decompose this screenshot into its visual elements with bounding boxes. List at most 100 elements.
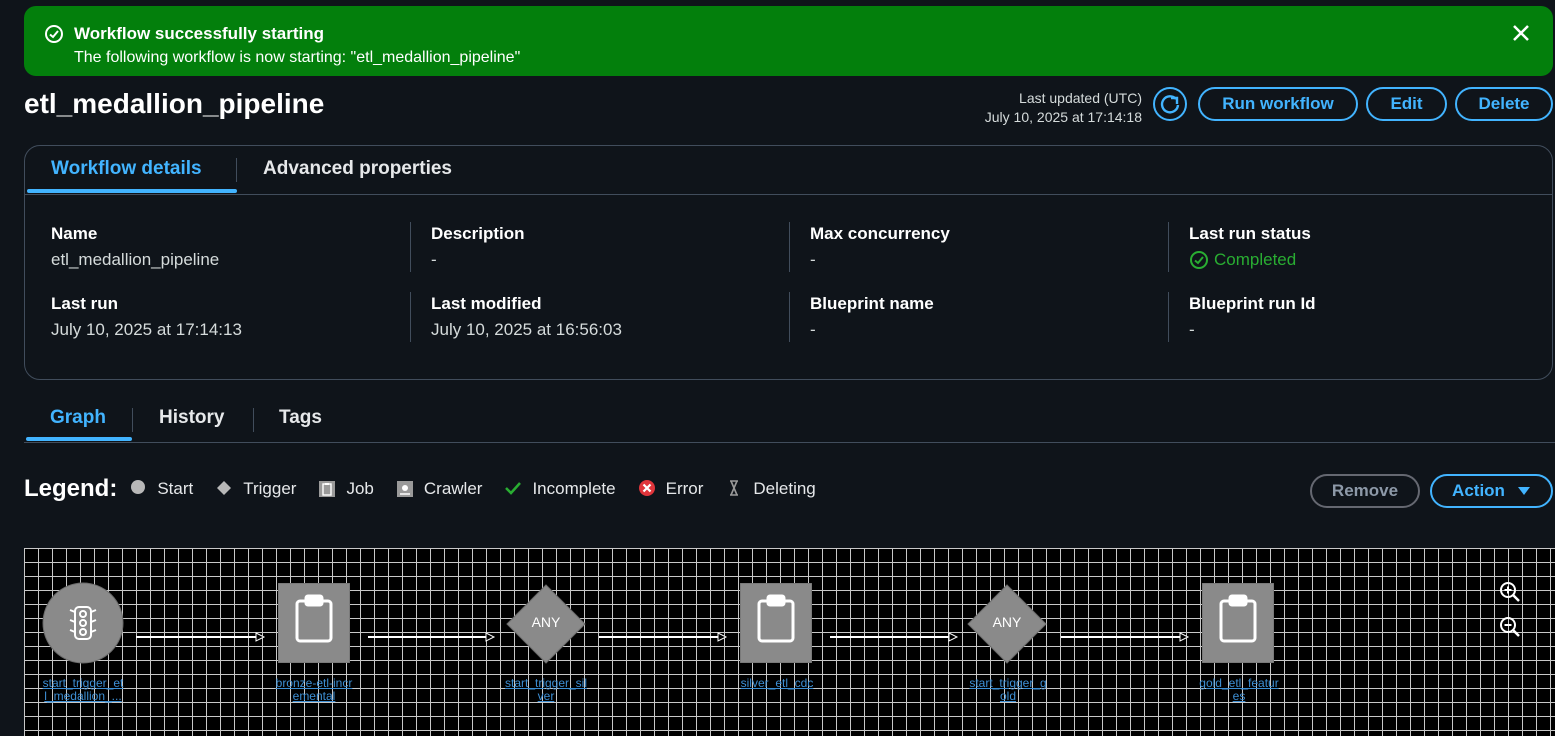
legend-label: Incomplete — [532, 479, 616, 498]
trigger-badge: ANY — [531, 614, 561, 630]
flash-message: The following workflow is now starting: … — [74, 49, 521, 66]
clipboard-icon — [319, 481, 336, 497]
field-name: Name etl_medallion_pipeline — [51, 224, 219, 270]
tab-workflow-details[interactable]: Workflow details — [51, 158, 202, 180]
node-label-line: ver — [537, 689, 555, 703]
job-node[interactable] — [1202, 583, 1274, 663]
success-flash-banner: Workflow successfully starting The follo… — [24, 6, 1553, 76]
action-dropdown-button[interactable]: Action — [1430, 474, 1553, 508]
field-label: Max concurrency — [810, 224, 950, 243]
column-divider — [789, 292, 790, 342]
legend-start: Start — [129, 479, 193, 499]
active-tab-indicator — [26, 437, 132, 441]
close-icon[interactable] — [1509, 21, 1533, 45]
legend-label: Deleting — [753, 479, 816, 498]
status-completed: Completed — [1189, 250, 1311, 270]
column-divider — [789, 222, 790, 272]
field-value: July 10, 2025 at 17:14:13 — [51, 320, 242, 339]
field-value: - — [810, 250, 816, 269]
field-last-run: Last run July 10, 2025 at 17:14:13 — [51, 294, 242, 340]
tab-history[interactable]: History — [159, 407, 224, 429]
delete-button[interactable]: Delete — [1455, 87, 1553, 121]
job-node[interactable] — [278, 583, 350, 663]
start-circle-icon — [131, 480, 146, 494]
refresh-icon — [1160, 95, 1180, 114]
field-value: - — [431, 250, 437, 269]
field-label: Name — [51, 224, 98, 243]
legend-incomplete: Incomplete — [504, 479, 616, 499]
refresh-button[interactable] — [1153, 87, 1187, 121]
node-label-line: emental — [292, 689, 336, 703]
graph-legend: Legend: Start Trigger Job Crawler Incomp… — [24, 474, 838, 504]
check-circle-icon — [45, 25, 63, 43]
node-label[interactable]: bronze-etl-incr emental — [255, 677, 373, 703]
field-label: Blueprint run Id — [1189, 294, 1316, 313]
zoom-out-icon[interactable] — [1499, 616, 1521, 638]
node-label[interactable]: gold_etl_featur es — [1180, 677, 1298, 703]
last-updated-label: Last updated (UTC) — [1019, 90, 1142, 106]
node-label[interactable]: start_trigger_sil ver — [487, 677, 605, 703]
status-text: Completed — [1214, 250, 1297, 269]
error-icon — [638, 480, 655, 496]
node-label[interactable]: start_trigger_g old — [949, 677, 1067, 703]
flash-title: Workflow successfully starting — [74, 24, 325, 43]
legend-label: Job — [346, 479, 374, 498]
column-divider — [410, 222, 411, 272]
tab-divider — [236, 158, 237, 182]
field-last-modified: Last modified July 10, 2025 at 16:56:03 — [431, 294, 622, 340]
field-value: July 10, 2025 at 16:56:03 — [431, 320, 622, 339]
field-label: Blueprint name — [810, 294, 934, 313]
action-label: Action — [1452, 481, 1505, 500]
checkmark-icon — [505, 482, 522, 495]
column-divider — [1168, 222, 1169, 272]
field-max-concurrency: Max concurrency - — [810, 224, 950, 270]
run-workflow-button[interactable]: Run workflow — [1198, 87, 1358, 121]
trigger-badge: ANY — [992, 614, 1022, 630]
field-label: Last run status — [1189, 224, 1311, 243]
node-label-line: l_medallion_... — [44, 689, 122, 703]
last-updated-value: July 10, 2025 at 17:14:18 — [984, 109, 1142, 125]
field-label: Description — [431, 224, 525, 243]
legend-label: Trigger — [243, 479, 297, 498]
tab-tags[interactable]: Tags — [279, 407, 322, 429]
node-label-line: old — [999, 689, 1016, 703]
hourglass-icon — [730, 480, 739, 496]
page-title: etl_medallion_pipeline — [24, 88, 325, 119]
zoom-in-icon[interactable] — [1499, 581, 1521, 603]
tab-advanced-properties[interactable]: Advanced properties — [263, 158, 452, 180]
field-description: Description - — [431, 224, 525, 270]
legend-crawler: Crawler — [396, 479, 483, 499]
legend-trigger: Trigger — [215, 479, 296, 499]
node-label[interactable]: start_trigger_et l_medallion_... — [24, 677, 142, 703]
job-node[interactable] — [740, 583, 812, 663]
check-circle-icon — [1190, 251, 1208, 269]
field-label: Last run — [51, 294, 119, 313]
remove-button[interactable]: Remove — [1310, 474, 1420, 508]
caret-down-icon — [1517, 487, 1530, 495]
details-tabs: Workflow details Advanced properties — [25, 146, 1552, 195]
field-last-run-status: Last run status Completed — [1189, 224, 1311, 270]
legend-label: Error — [665, 479, 704, 498]
column-divider — [410, 292, 411, 342]
legend-label: Start — [157, 479, 194, 498]
field-value: - — [810, 320, 816, 339]
tab-graph[interactable]: Graph — [50, 407, 106, 429]
workflow-graph-canvas[interactable]: start_trigger_et l_medallion_... bronze-… — [24, 548, 1555, 736]
trigger-diamond-icon — [217, 481, 232, 495]
tab-divider — [253, 408, 254, 432]
field-label: Last modified — [431, 294, 542, 313]
node-label[interactable]: silver_etl_cdc — [718, 677, 836, 690]
crawler-icon — [396, 481, 413, 497]
column-divider — [1168, 292, 1169, 342]
tab-divider — [132, 408, 133, 432]
legend-deleting: Deleting — [725, 479, 816, 499]
legend-job: Job — [318, 479, 374, 499]
start-node[interactable] — [42, 582, 124, 664]
workflow-details-card: Workflow details Advanced properties Nam… — [24, 145, 1553, 380]
field-value: etl_medallion_pipeline — [51, 250, 220, 269]
last-updated: Last updated (UTC) July 10, 2025 at 17:1… — [985, 89, 1142, 127]
legend-label: Crawler — [423, 479, 483, 498]
field-blueprint-name: Blueprint name - — [810, 294, 934, 340]
edit-button[interactable]: Edit — [1366, 87, 1447, 121]
legend-title: Legend: — [24, 475, 118, 502]
